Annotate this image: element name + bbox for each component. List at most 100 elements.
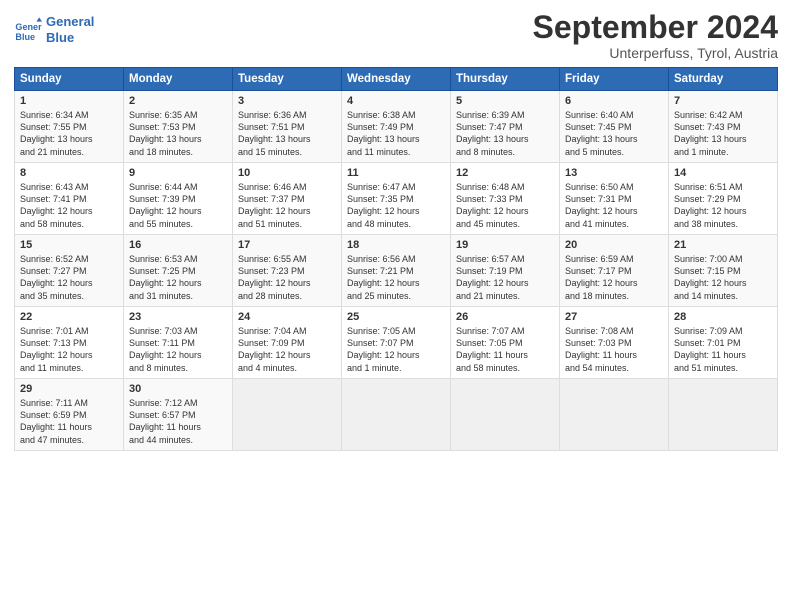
weekday-header: Thursday: [451, 68, 560, 91]
day-number: 30: [129, 383, 227, 395]
logo-line2: Blue: [46, 30, 94, 46]
logo: General Blue General Blue: [14, 14, 94, 45]
day-info: Sunrise: 7:08 AM Sunset: 7:03 PM Dayligh…: [565, 325, 663, 374]
day-info: Sunrise: 6:35 AM Sunset: 7:53 PM Dayligh…: [129, 109, 227, 158]
svg-text:General: General: [15, 22, 42, 32]
calendar-cell: 23 Sunrise: 7:03 AM Sunset: 7:11 PM Dayli…: [124, 307, 233, 379]
day-info: Sunrise: 7:07 AM Sunset: 7:05 PM Dayligh…: [456, 325, 554, 374]
calendar-cell: 26 Sunrise: 7:07 AM Sunset: 7:05 PM Dayli…: [451, 307, 560, 379]
day-number: 26: [456, 311, 554, 323]
page-container: General Blue General Blue September 2024…: [0, 0, 792, 461]
day-info: Sunrise: 6:40 AM Sunset: 7:45 PM Dayligh…: [565, 109, 663, 158]
day-info: Sunrise: 7:03 AM Sunset: 7:11 PM Dayligh…: [129, 325, 227, 374]
calendar-cell: 3 Sunrise: 6:36 AM Sunset: 7:51 PM Daylig…: [233, 91, 342, 163]
calendar-cell: 15Sunrise: 6:52 AM Sunset: 7:27 PM Dayli…: [15, 235, 124, 307]
calendar-cell: 16 Sunrise: 6:53 AM Sunset: 7:25 PM Dayli…: [124, 235, 233, 307]
calendar-cell: 1Sunrise: 6:34 AM Sunset: 7:55 PM Daylig…: [15, 91, 124, 163]
calendar-cell: 17Sunrise: 6:55 AM Sunset: 7:23 PM Dayli…: [233, 235, 342, 307]
day-info: Sunrise: 7:12 AM Sunset: 6:57 PM Dayligh…: [129, 397, 227, 446]
svg-text:Blue: Blue: [15, 31, 35, 41]
weekday-header: Saturday: [669, 68, 778, 91]
day-info: Sunrise: 6:48 AM Sunset: 7:33 PM Dayligh…: [456, 181, 554, 230]
calendar-cell: 10 Sunrise: 6:46 AM Sunset: 7:37 PM Dayli…: [233, 163, 342, 235]
weekday-header: Sunday: [15, 68, 124, 91]
calendar-cell: 18 Sunrise: 6:56 AM Sunset: 7:21 PM Dayli…: [342, 235, 451, 307]
day-number: 17: [238, 239, 336, 251]
calendar-cell: 7Sunrise: 6:42 AM Sunset: 7:43 PM Daylig…: [669, 91, 778, 163]
day-number: 18: [347, 239, 445, 251]
subtitle: Unterperfuss, Tyrol, Austria: [533, 45, 778, 61]
day-info: Sunrise: 7:01 AM Sunset: 7:13 PM Dayligh…: [20, 325, 118, 374]
day-number: 3: [238, 95, 336, 107]
day-info: Sunrise: 6:36 AM Sunset: 7:51 PM Dayligh…: [238, 109, 336, 158]
day-info: Sunrise: 6:51 AM Sunset: 7:29 PM Dayligh…: [674, 181, 772, 230]
day-info: Sunrise: 6:56 AM Sunset: 7:21 PM Dayligh…: [347, 253, 445, 302]
day-number: 9: [129, 167, 227, 179]
calendar-cell: [451, 379, 560, 451]
day-info: Sunrise: 6:44 AM Sunset: 7:39 PM Dayligh…: [129, 181, 227, 230]
day-info: Sunrise: 6:46 AM Sunset: 7:37 PM Dayligh…: [238, 181, 336, 230]
calendar-cell: 27 Sunrise: 7:08 AM Sunset: 7:03 PM Dayli…: [560, 307, 669, 379]
day-info: Sunrise: 6:50 AM Sunset: 7:31 PM Dayligh…: [565, 181, 663, 230]
month-title: September 2024: [533, 10, 778, 45]
day-info: Sunrise: 7:11 AM Sunset: 6:59 PM Dayligh…: [20, 397, 118, 446]
day-number: 23: [129, 311, 227, 323]
calendar-cell: [560, 379, 669, 451]
day-number: 25: [347, 311, 445, 323]
weekday-header: Wednesday: [342, 68, 451, 91]
calendar-cell: 20 Sunrise: 6:59 AM Sunset: 7:17 PM Dayli…: [560, 235, 669, 307]
day-info: Sunrise: 7:00 AM Sunset: 7:15 PM Dayligh…: [674, 253, 772, 302]
day-number: 11: [347, 167, 445, 179]
day-number: 16: [129, 239, 227, 251]
calendar-cell: 21 Sunrise: 7:00 AM Sunset: 7:15 PM Dayli…: [669, 235, 778, 307]
calendar-cell: 5 Sunrise: 6:39 AM Sunset: 7:47 PM Daylig…: [451, 91, 560, 163]
day-number: 20: [565, 239, 663, 251]
header: General Blue General Blue September 2024…: [14, 10, 778, 61]
day-number: 5: [456, 95, 554, 107]
weekday-header: Friday: [560, 68, 669, 91]
calendar-table: SundayMondayTuesdayWednesdayThursdayFrid…: [14, 67, 778, 451]
day-info: Sunrise: 6:39 AM Sunset: 7:47 PM Dayligh…: [456, 109, 554, 158]
calendar-header-row: SundayMondayTuesdayWednesdayThursdayFrid…: [15, 68, 778, 91]
day-info: Sunrise: 7:05 AM Sunset: 7:07 PM Dayligh…: [347, 325, 445, 374]
calendar-cell: 29Sunrise: 7:11 AM Sunset: 6:59 PM Dayli…: [15, 379, 124, 451]
day-number: 15: [20, 239, 118, 251]
weekday-header: Monday: [124, 68, 233, 91]
day-number: 27: [565, 311, 663, 323]
day-info: Sunrise: 6:57 AM Sunset: 7:19 PM Dayligh…: [456, 253, 554, 302]
calendar-cell: 25 Sunrise: 7:05 AM Sunset: 7:07 PM Dayli…: [342, 307, 451, 379]
day-info: Sunrise: 6:38 AM Sunset: 7:49 PM Dayligh…: [347, 109, 445, 158]
day-number: 4: [347, 95, 445, 107]
calendar-cell: 11 Sunrise: 6:47 AM Sunset: 7:35 PM Dayli…: [342, 163, 451, 235]
day-info: Sunrise: 7:04 AM Sunset: 7:09 PM Dayligh…: [238, 325, 336, 374]
day-number: 24: [238, 311, 336, 323]
calendar-cell: 14 Sunrise: 6:51 AM Sunset: 7:29 PM Dayli…: [669, 163, 778, 235]
title-block: September 2024 Unterperfuss, Tyrol, Aust…: [533, 10, 778, 61]
day-info: Sunrise: 6:59 AM Sunset: 7:17 PM Dayligh…: [565, 253, 663, 302]
day-number: 21: [674, 239, 772, 251]
logo-icon: General Blue: [14, 16, 42, 44]
calendar-cell: 2 Sunrise: 6:35 AM Sunset: 7:53 PM Daylig…: [124, 91, 233, 163]
calendar-cell: 19 Sunrise: 6:57 AM Sunset: 7:19 PM Dayli…: [451, 235, 560, 307]
day-number: 19: [456, 239, 554, 251]
logo-line1: General: [46, 14, 94, 30]
day-info: Sunrise: 6:43 AM Sunset: 7:41 PM Dayligh…: [20, 181, 118, 230]
calendar-cell: 30 Sunrise: 7:12 AM Sunset: 6:57 PM Dayli…: [124, 379, 233, 451]
calendar-cell: 9 Sunrise: 6:44 AM Sunset: 7:39 PM Daylig…: [124, 163, 233, 235]
day-info: Sunrise: 6:42 AM Sunset: 7:43 PM Dayligh…: [674, 109, 772, 158]
day-number: 2: [129, 95, 227, 107]
calendar-cell: 22 Sunrise: 7:01 AM Sunset: 7:13 PM Dayli…: [15, 307, 124, 379]
day-number: 10: [238, 167, 336, 179]
day-number: 22: [20, 311, 118, 323]
calendar-cell: 24 Sunrise: 7:04 AM Sunset: 7:09 PM Dayli…: [233, 307, 342, 379]
calendar-cell: 12 Sunrise: 6:48 AM Sunset: 7:33 PM Dayli…: [451, 163, 560, 235]
day-info: Sunrise: 6:53 AM Sunset: 7:25 PM Dayligh…: [129, 253, 227, 302]
calendar-cell: 8Sunrise: 6:43 AM Sunset: 7:41 PM Daylig…: [15, 163, 124, 235]
day-number: 12: [456, 167, 554, 179]
day-number: 6: [565, 95, 663, 107]
calendar-cell: [669, 379, 778, 451]
calendar-cell: [233, 379, 342, 451]
day-number: 14: [674, 167, 772, 179]
day-info: Sunrise: 6:47 AM Sunset: 7:35 PM Dayligh…: [347, 181, 445, 230]
day-number: 13: [565, 167, 663, 179]
